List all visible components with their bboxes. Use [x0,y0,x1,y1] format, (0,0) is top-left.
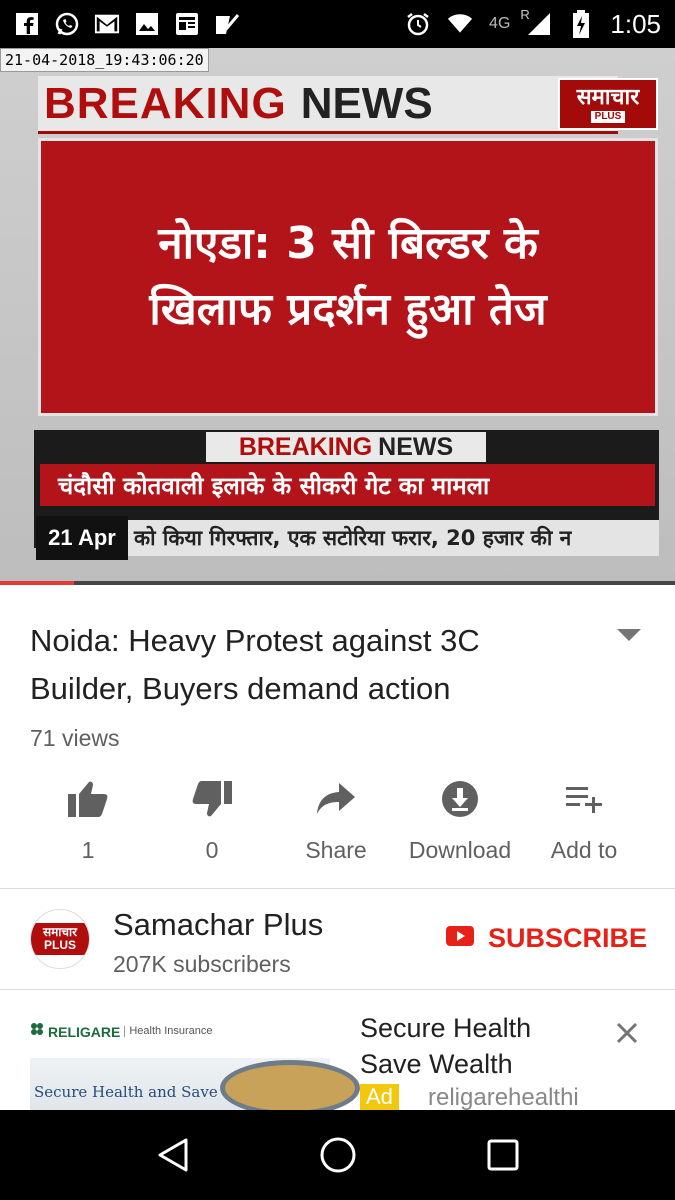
coin-graphic [220,1060,360,1110]
channel-avatar[interactable]: समाचार PLUS [30,909,90,969]
channel-logo: समाचार PLUS [558,78,658,130]
news-icon [174,11,200,37]
tasks-icon [214,11,240,37]
ad-url[interactable]: religarehealthi [428,1084,579,1110]
add-to-button[interactable]: Add to [522,775,646,865]
dislike-count: 0 [205,837,219,863]
status-bar: 4G R 1:05 [0,0,675,48]
ticker-label: BREAKING NEWS [206,432,486,462]
avatar-logo-text: समाचार PLUS [31,922,89,956]
ticker-scroll-text: को किया गिरफ्तार, एक सटोरिया फरार, 20 हज… [126,520,659,556]
breaking-word: BREAKING [44,78,287,128]
battery-charging-icon [568,10,594,38]
youtube-play-icon [446,926,474,951]
channel-row: समाचार PLUS Samachar Plus 207K subscribe… [0,889,675,989]
ticker-headline: चंदौसी कोतवाली इलाके के सीकरी गेट का माम… [40,464,655,506]
expand-description-icon[interactable] [612,623,646,647]
share-icon [312,775,360,823]
close-icon[interactable] [612,1018,642,1048]
ad-image[interactable]: RELIGARE Health Insurance Secure Health … [30,1022,360,1110]
subscribe-button[interactable]: SUBSCRIBE [446,923,647,954]
roaming-indicator: R [520,7,530,22]
video-title[interactable]: Noida: Heavy Protest against 3C Builder,… [30,617,590,713]
channel-name[interactable]: Samachar Plus [113,907,323,943]
subscriber-count: 207K subscribers [113,951,291,977]
news-word: NEWS [300,78,433,128]
video-progress-fill [0,581,75,585]
whatsapp-icon [54,11,80,37]
clock: 1:05 [610,8,661,39]
like-count: 1 [81,837,95,863]
headline-line-1: नोएडा: 3 सी बिल्डर के [158,218,538,269]
back-icon[interactable] [151,1133,195,1177]
video-timestamp: 21-04-2018_19:43:06:20 [0,48,209,72]
ad-brand-tagline: Health Insurance [124,1025,213,1038]
signal-icon: R [520,7,552,37]
ticker-date: 21 Apr [36,516,128,560]
recents-icon[interactable] [481,1133,525,1177]
channel-logo-sub: PLUS [590,110,626,123]
share-label: Share [305,837,367,863]
thumbs-up-icon [64,775,112,823]
thumbs-down-icon [188,775,236,823]
clover-icon [30,1022,44,1041]
download-label: Download [408,837,512,863]
dislike-button[interactable]: 0 [150,775,274,865]
add-to-playlist-icon [560,775,608,823]
add-to-label: Add to [550,837,618,863]
action-bar: 1 0 Share Download Add to [26,775,646,865]
ad-badge: Ad [360,1084,399,1110]
like-button[interactable]: 1 [26,775,150,865]
gallery-icon [134,11,160,37]
share-button[interactable]: Share [274,775,398,865]
headline-panel: नोएडा: 3 सी बिल्डर के खिलाफ प्रदर्शन हुआ… [38,138,658,416]
alarm-icon [405,11,431,37]
wifi-icon [447,11,473,37]
ad-brand-name: RELIGARE [48,1023,121,1040]
ad-title[interactable]: Secure Health Save Wealth [360,1010,570,1082]
subscribe-label: SUBSCRIBE [488,923,648,953]
ad-card[interactable]: RELIGARE Health Insurance Secure Health … [0,990,675,1110]
download-icon [436,775,484,823]
ticker-news-word: NEWS [378,432,454,461]
headline-line-2: खिलाफ प्रदर्शन हुआ तेज [149,284,547,335]
download-button[interactable]: Download [398,775,522,865]
ad-banner: Secure Health and Save [30,1058,360,1110]
ad-brand: RELIGARE Health Insurance [30,1022,213,1041]
ticker-breaking-word: BREAKING [238,432,373,461]
facebook-icon [14,11,40,37]
notification-icons [14,11,240,37]
home-icon[interactable] [316,1133,360,1177]
breaking-news-header: BREAKING NEWS [38,76,618,134]
video-player[interactable]: 21-04-2018_19:43:06:20 BREAKING NEWS समा… [0,48,675,583]
gmail-icon [94,11,120,37]
video-progress-bar[interactable] [0,581,675,585]
channel-logo-text: समाचार [576,83,640,109]
view-count: 71 views [30,725,120,751]
network-type: 4G [489,15,511,32]
system-status: 4G R 1:05 [405,7,661,40]
ad-banner-text: Secure Health and Save [34,1083,218,1101]
navigation-bar [0,1110,675,1200]
